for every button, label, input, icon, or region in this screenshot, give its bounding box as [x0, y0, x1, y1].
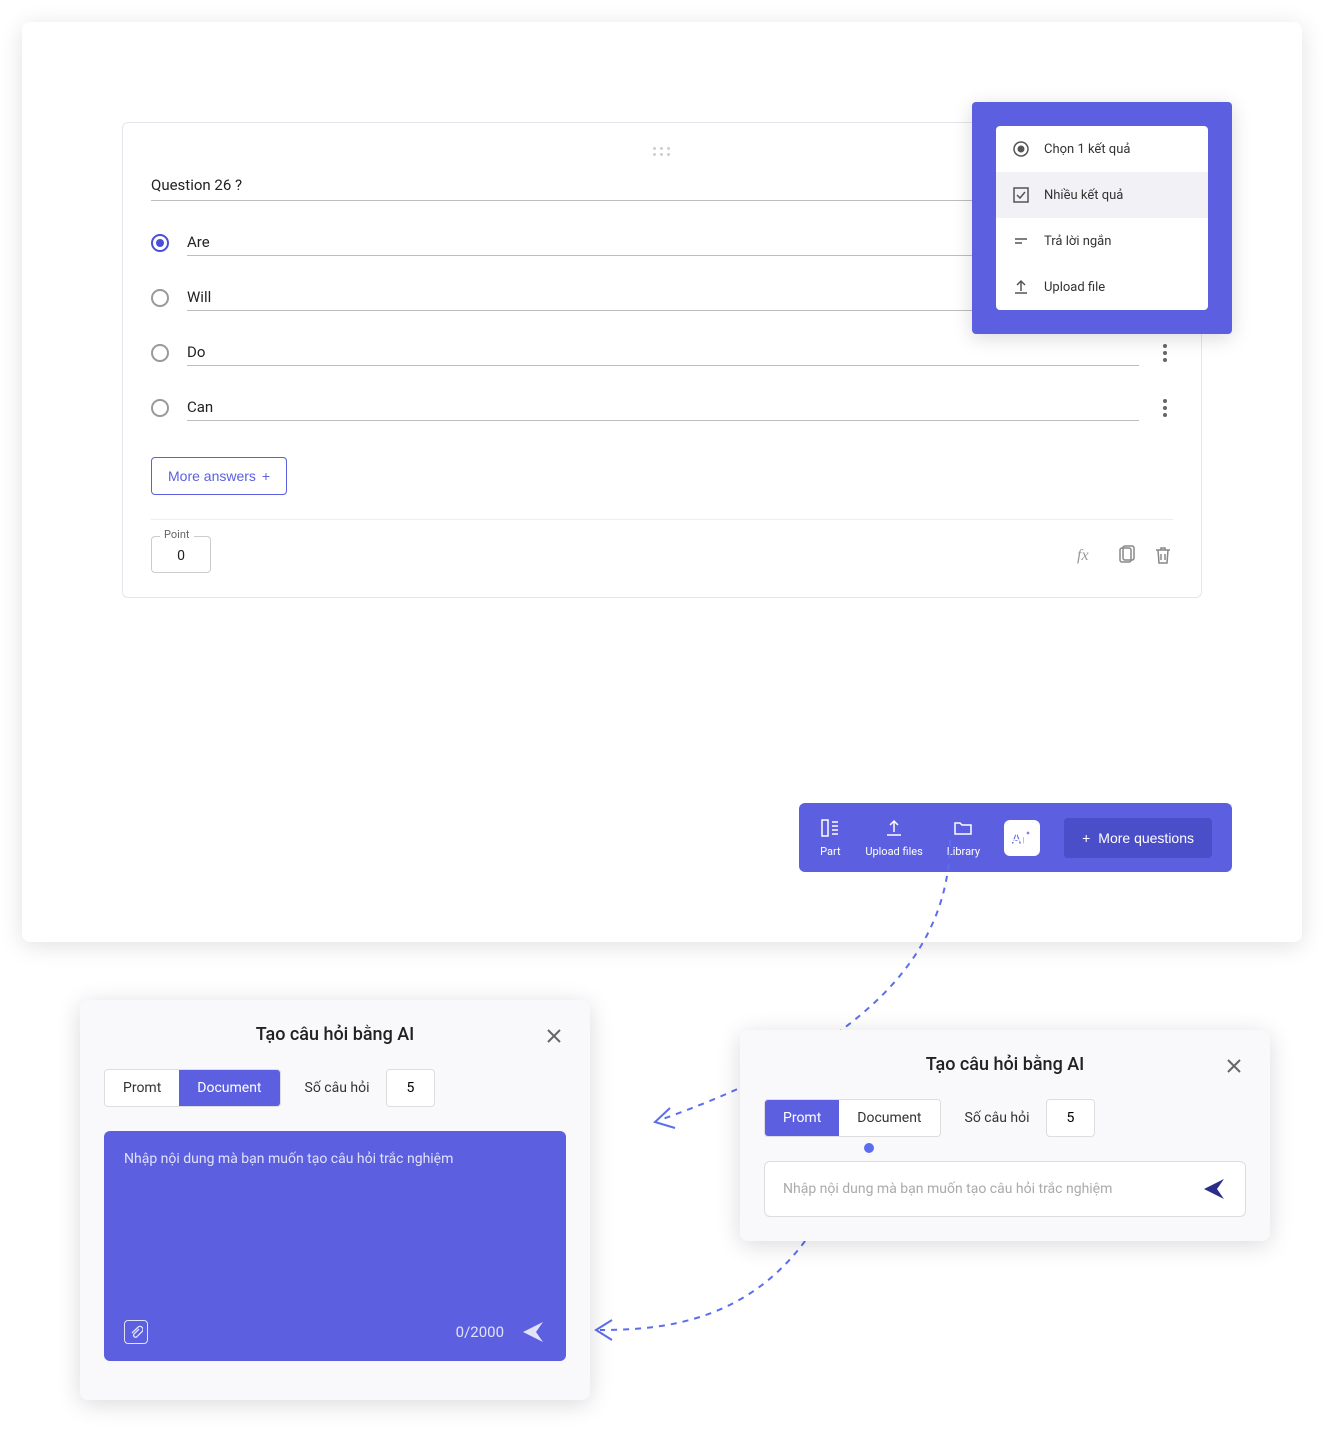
tab-promt[interactable]: Promt: [105, 1070, 179, 1106]
type-item-multiple[interactable]: Nhiều kết quả: [996, 172, 1208, 218]
close-icon: [546, 1028, 562, 1044]
copy-icon[interactable]: [1117, 545, 1137, 565]
short-text-icon: [1012, 232, 1030, 250]
send-icon[interactable]: [1201, 1176, 1227, 1202]
paperclip-icon: [129, 1325, 143, 1339]
footer-icons: fx: [1077, 545, 1173, 565]
drag-dots-icon: [653, 147, 671, 156]
type-popover-inner: Chọn 1 kết quả Nhiều kết quả Trả lời ngắ…: [996, 126, 1208, 310]
promt-input-row: Nhập nội dung mà bạn muốn tạo câu hỏi tr…: [764, 1161, 1246, 1217]
more-answers-label: More answers: [168, 468, 256, 484]
ai-icon: AI: [1004, 820, 1040, 856]
more-answers-button[interactable]: More answers +: [151, 457, 287, 495]
close-icon: [1226, 1058, 1242, 1074]
tab-row: Promt Document Số câu hỏi 5: [764, 1099, 1246, 1137]
plus-icon: +: [262, 468, 270, 484]
tab-segment: Promt Document: [764, 1099, 941, 1137]
type-label-2: Trả lời ngắn: [1044, 234, 1111, 249]
document-placeholder: Nhập nội dung mà bạn muốn tạo câu hỏi tr…: [124, 1151, 546, 1167]
part-icon: [819, 817, 841, 839]
svg-text:A: A: [1011, 829, 1022, 848]
count-label: Số câu hỏi: [965, 1110, 1030, 1126]
char-send-row: 0/2000: [456, 1319, 546, 1345]
attach-button[interactable]: [124, 1320, 148, 1344]
main-panel: Question 26 ? Are Will Do Can More answe…: [22, 22, 1302, 942]
answer-input-3[interactable]: Can: [187, 394, 1139, 421]
answer-radio-2[interactable]: [151, 344, 169, 362]
plus-icon: +: [1082, 830, 1090, 846]
folder-icon: [952, 817, 974, 839]
point-input[interactable]: Point 0: [151, 536, 211, 573]
upload-icon: [1012, 278, 1030, 296]
radio-icon: [1012, 140, 1030, 158]
answer-menu-2[interactable]: [1157, 344, 1173, 362]
answer-row: Do: [151, 339, 1173, 366]
more-questions-button[interactable]: + More questions: [1064, 818, 1212, 858]
popup-title: Tạo câu hỏi bằng AI: [256, 1024, 415, 1045]
promt-input[interactable]: Nhập nội dung mà bạn muốn tạo câu hỏi tr…: [783, 1181, 1189, 1197]
ai-popup-document: Tạo câu hỏi bằng AI Promt Document Số câ…: [80, 1000, 590, 1400]
answer-row: Can: [151, 394, 1173, 421]
popup-header: Tạo câu hỏi bằng AI: [764, 1054, 1246, 1075]
answer-input-2[interactable]: Do: [187, 339, 1139, 366]
part-label: Part: [820, 845, 840, 858]
question-type-popover: Chọn 1 kết quả Nhiều kết quả Trả lời ngắ…: [972, 102, 1232, 334]
upload-label: Upload files: [865, 845, 922, 858]
answer-radio-0[interactable]: [151, 234, 169, 252]
type-item-upload[interactable]: Upload file: [996, 264, 1208, 310]
document-textarea[interactable]: Nhập nội dung mà bạn muốn tạo câu hỏi tr…: [104, 1131, 566, 1361]
svg-text:I: I: [1022, 836, 1025, 847]
type-label-3: Upload file: [1044, 280, 1105, 295]
close-button[interactable]: [1222, 1054, 1246, 1078]
point-label: Point: [160, 528, 194, 541]
tab-document[interactable]: Document: [179, 1070, 279, 1106]
indicator-dot: [864, 1143, 874, 1153]
send-icon[interactable]: [520, 1319, 546, 1345]
type-item-short[interactable]: Trả lời ngắn: [996, 218, 1208, 264]
textarea-footer: 0/2000: [124, 1319, 546, 1345]
library-label: Library: [947, 845, 980, 858]
count-input[interactable]: 5: [1046, 1099, 1096, 1137]
trash-icon[interactable]: [1153, 545, 1173, 565]
point-value: 0: [177, 548, 185, 564]
tab-segment: Promt Document: [104, 1069, 281, 1107]
answer-radio-3[interactable]: [151, 399, 169, 417]
checkbox-icon: [1012, 186, 1030, 204]
action-library[interactable]: Library: [947, 817, 980, 858]
svg-text:fx: fx: [1077, 547, 1089, 564]
answer-menu-3[interactable]: [1157, 399, 1173, 417]
tab-row: Promt Document Số câu hỏi 5: [104, 1069, 566, 1107]
close-button[interactable]: [542, 1024, 566, 1048]
tab-promt[interactable]: Promt: [765, 1100, 839, 1136]
char-counter: 0/2000: [456, 1323, 504, 1341]
tab-document[interactable]: Document: [839, 1100, 939, 1136]
action-ai[interactable]: AI: [1004, 820, 1040, 856]
fx-icon[interactable]: fx: [1077, 545, 1101, 565]
ai-popup-promt: Tạo câu hỏi bằng AI Promt Document Số câ…: [740, 1030, 1270, 1241]
popup-title: Tạo câu hỏi bằng AI: [926, 1054, 1085, 1075]
more-questions-label: More questions: [1098, 830, 1194, 846]
action-upload[interactable]: Upload files: [865, 817, 922, 858]
type-label-0: Chọn 1 kết quả: [1044, 142, 1130, 157]
count-input[interactable]: 5: [386, 1069, 436, 1107]
action-part[interactable]: Part: [819, 817, 841, 858]
upload-files-icon: [883, 817, 905, 839]
count-label: Số câu hỏi: [305, 1080, 370, 1096]
popup-header: Tạo câu hỏi bằng AI: [104, 1024, 566, 1045]
type-label-1: Nhiều kết quả: [1044, 188, 1123, 203]
card-footer: Point 0 fx: [151, 519, 1173, 573]
answer-radio-1[interactable]: [151, 289, 169, 307]
type-item-single[interactable]: Chọn 1 kết quả: [996, 126, 1208, 172]
action-bar: Part Upload files Library AI + More ques…: [799, 803, 1232, 872]
